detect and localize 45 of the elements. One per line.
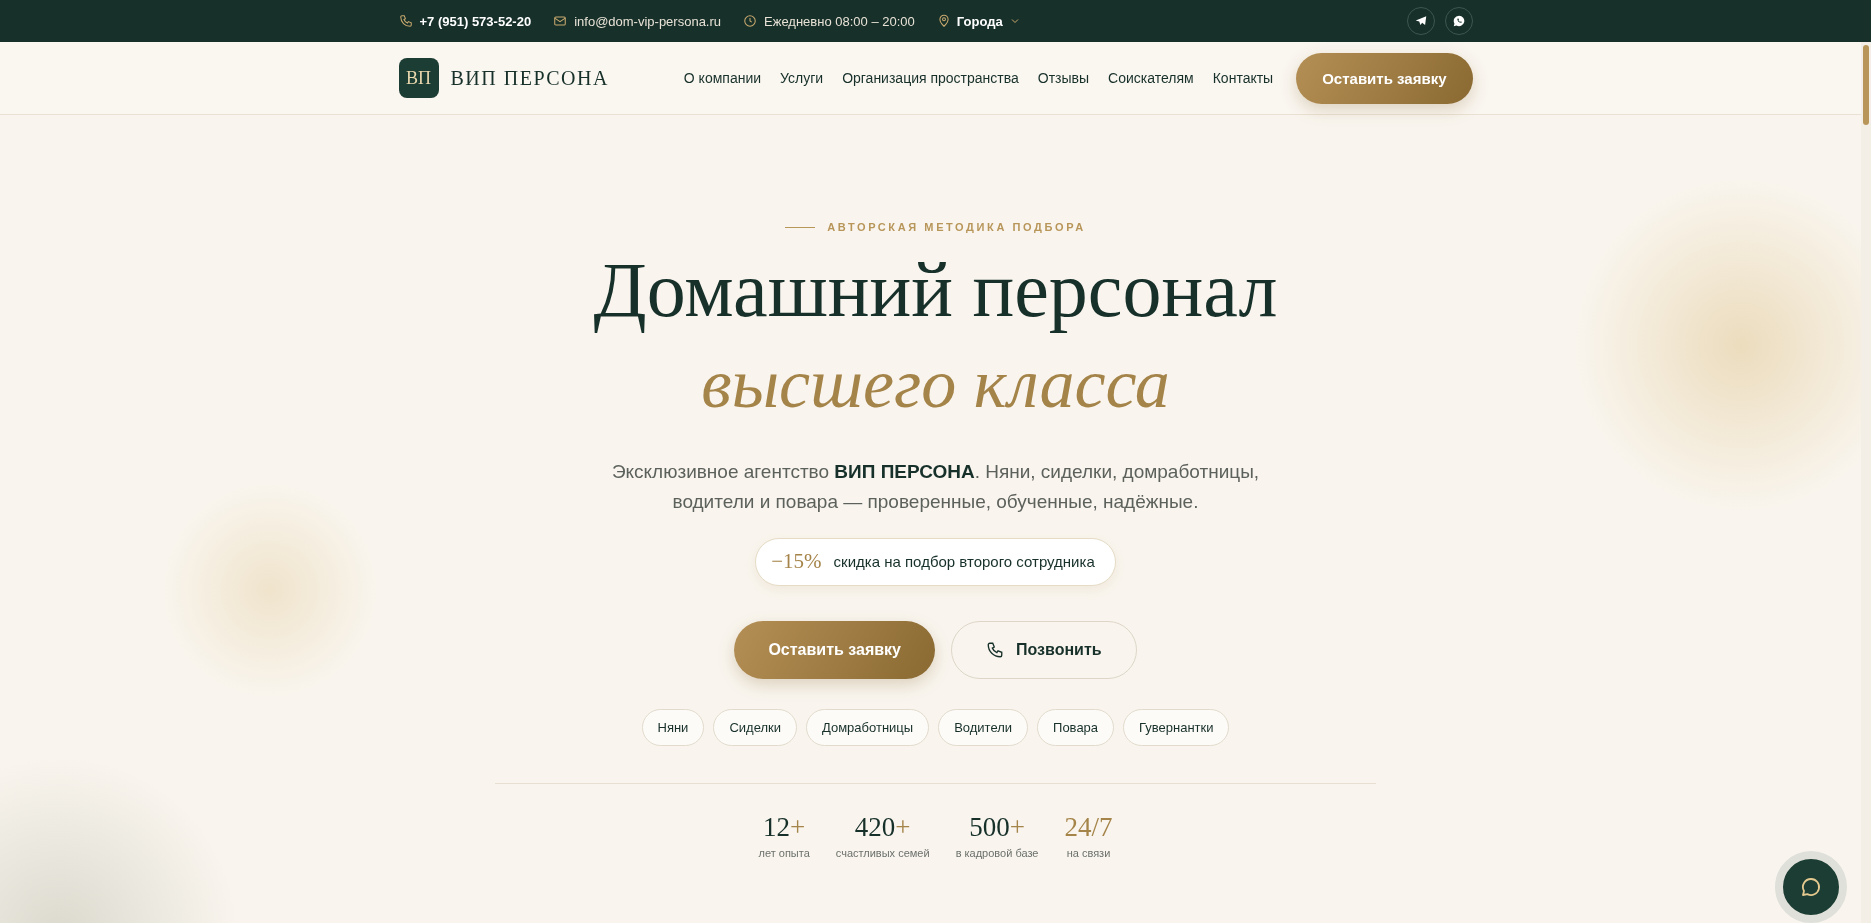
eyebrow-rule bbox=[785, 226, 816, 228]
service-chip[interactable]: Водители bbox=[938, 708, 1029, 746]
stat-number: 500+ bbox=[969, 813, 1025, 841]
stat-number: 24/7 bbox=[1064, 813, 1113, 841]
scrollbar-thumb[interactable] bbox=[1863, 45, 1869, 125]
eyebrow-text: АВТОРСКАЯ МЕТОДИКА ПОДБОРА bbox=[827, 221, 1086, 233]
nav-link[interactable]: Организация пространства bbox=[842, 70, 1019, 86]
hero-title-accent: высшего класса bbox=[701, 349, 1170, 419]
stat-number: 420+ bbox=[854, 813, 911, 841]
stat-label: в кадровой базе bbox=[955, 846, 1039, 859]
stat-label: счастливых семей bbox=[835, 846, 930, 859]
nav-link[interactable]: О компании bbox=[683, 70, 762, 86]
service-chip[interactable]: Сиделки bbox=[713, 708, 797, 746]
nav-link[interactable]: Отзывы bbox=[1037, 70, 1090, 86]
email-link[interactable]: info@dom-vip-persona.ru bbox=[574, 13, 722, 29]
paper-plane-icon bbox=[1413, 14, 1428, 28]
working-hours: Ежедневно 08:00 – 20:00 bbox=[764, 13, 915, 29]
hero-description: Эксклюзивное агентство ВИП ПЕРСОНА. Няни, сиделки, домработницы, водители и повара — проверенные, обученные, надёжные. bbox=[610, 460, 1261, 515]
mail-icon bbox=[553, 14, 568, 28]
service-chip[interactable]: Домработницы bbox=[805, 708, 930, 746]
clock-icon bbox=[743, 14, 758, 28]
location-pin-icon bbox=[936, 14, 951, 28]
logo-mark[interactable]: ВП bbox=[398, 58, 439, 98]
phone-icon bbox=[398, 14, 413, 28]
discount-text: скидка на подбор второго сотрудника bbox=[833, 553, 1095, 571]
nav-link[interactable]: Соискателям bbox=[1108, 70, 1194, 86]
nav-link[interactable]: Услуги bbox=[780, 70, 824, 86]
stat-label: лет опыта bbox=[758, 846, 810, 859]
request-button[interactable]: Оставить заявку bbox=[734, 620, 935, 679]
stat-label: на связи bbox=[1066, 846, 1111, 859]
logo-text[interactable]: ВИП ПЕРСОНА bbox=[450, 66, 609, 90]
service-chip[interactable]: Повара bbox=[1037, 708, 1115, 746]
stat-number: 12+ bbox=[763, 813, 806, 841]
discount-value: −15% bbox=[771, 549, 822, 575]
service-chip[interactable]: Няни bbox=[641, 708, 705, 746]
scrollbar[interactable] bbox=[1861, 42, 1871, 923]
chat-phone-icon bbox=[1451, 14, 1466, 28]
city-dropdown[interactable]: Города bbox=[936, 13, 1021, 29]
request-button[interactable]: Оставить заявку bbox=[1296, 52, 1473, 104]
speech-bubble-icon bbox=[1799, 875, 1823, 899]
phone-link[interactable]: +7 (951) 573-52-20 bbox=[419, 13, 532, 29]
nav-link[interactable]: Контакты bbox=[1212, 70, 1274, 86]
phone-icon bbox=[986, 640, 1004, 659]
service-chip[interactable]: Гувернантки bbox=[1123, 708, 1230, 746]
call-button[interactable]: Позвонить bbox=[951, 620, 1137, 679]
